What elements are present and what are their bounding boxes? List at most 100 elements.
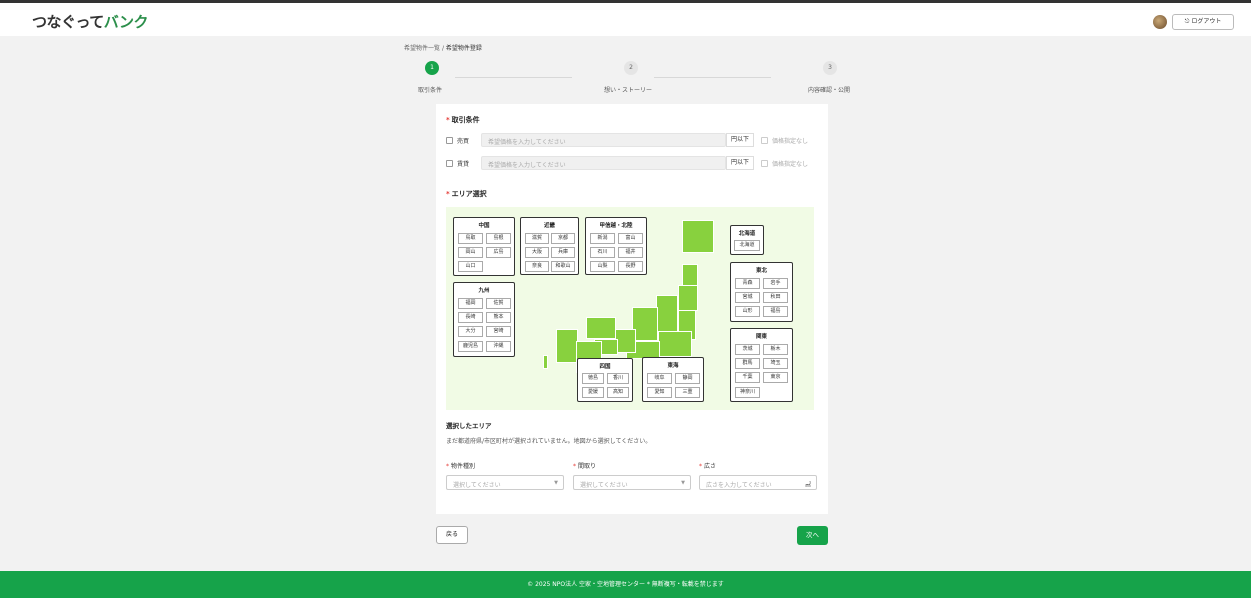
next-button[interactable]: 次へ	[797, 526, 828, 545]
pref-button[interactable]: 群馬	[735, 358, 760, 369]
property-type-select[interactable]: 選択してください ▼	[446, 475, 564, 490]
pref-button[interactable]: 高知	[607, 387, 629, 398]
region-tokai: 東海 岐阜 静岡 愛知 三重	[642, 357, 704, 402]
pref-button[interactable]: 宮崎	[486, 326, 511, 337]
region-kinki: 近畿 滋賀 京都 大阪 兵庫 奈良 和歌山	[520, 217, 579, 275]
sale-price-input[interactable]: 希望価格を入力してください	[481, 133, 726, 147]
size-unit: ㎡	[804, 482, 811, 489]
rent-price-input[interactable]: 希望価格を入力してください	[481, 156, 726, 170]
breadcrumb-parent-link[interactable]: 希望物件一覧	[404, 45, 440, 52]
property-type-label: * 物件種別	[446, 463, 476, 470]
area-title: * エリア選択	[446, 190, 487, 198]
pref-button[interactable]: 埼玉	[763, 358, 788, 369]
pref-button[interactable]: 山口	[458, 261, 483, 272]
pref-button[interactable]: 長野	[618, 261, 643, 272]
pref-button[interactable]: 大分	[458, 326, 483, 337]
pref-button[interactable]: 山形	[735, 306, 760, 317]
pref-button[interactable]: 奈良	[525, 261, 549, 272]
pref-button[interactable]: 茨城	[735, 344, 760, 355]
rent-checkbox[interactable]	[446, 160, 453, 167]
step-1-circle: 1	[425, 61, 439, 75]
size-input[interactable]: 広さを入力してください㎡	[699, 475, 817, 490]
rent-no-price-checkbox[interactable]	[761, 160, 768, 167]
footer: © 2025 NPO法人 空家・空地管理センター * 無断複写・転載を禁じます	[0, 571, 1251, 598]
step-connector	[455, 77, 572, 78]
sale-checkbox[interactable]	[446, 137, 453, 144]
pref-button[interactable]: 熊本	[486, 312, 511, 323]
step-3-label: 内容確認・公開	[808, 87, 851, 94]
region-koshinetsu-hokuriku: 甲信越・北陸 新潟 富山 石川 福井 山梨 長野	[585, 217, 647, 275]
back-button[interactable]: 戻る	[436, 526, 468, 544]
pref-button[interactable]: 秋田	[763, 292, 788, 303]
logout-button[interactable]: ⎋ ログアウト	[1172, 14, 1234, 30]
sale-label: 売買	[457, 138, 470, 145]
pref-button[interactable]: 岐阜	[647, 373, 672, 384]
pref-button[interactable]: 福井	[618, 247, 643, 258]
pref-button[interactable]: 静岡	[675, 373, 700, 384]
avatar[interactable]	[1153, 15, 1167, 29]
pref-button[interactable]: 福岡	[458, 298, 483, 309]
pref-button[interactable]: 石川	[590, 247, 615, 258]
top-bar: つなぐってバンク ⎋ ログアウト	[0, 0, 1251, 36]
pref-button[interactable]: 長崎	[458, 312, 483, 323]
map-chugoku[interactable]	[586, 317, 616, 339]
sale-unit: 円以下	[726, 133, 754, 147]
logo[interactable]: つなぐってバンク	[32, 11, 149, 32]
pref-button[interactable]: 岩手	[763, 278, 788, 289]
pref-button[interactable]: 佐賀	[486, 298, 511, 309]
breadcrumb: 希望物件一覧 / 希望物件登録	[404, 45, 482, 52]
pref-button[interactable]: 島根	[486, 233, 511, 244]
map-tohoku-mid[interactable]	[678, 285, 698, 311]
region-chugoku: 中国 鳥取 島根 岡山 広島 山口	[453, 217, 515, 276]
pref-button[interactable]: 千葉	[735, 372, 760, 383]
pref-button[interactable]: 徳島	[582, 373, 604, 384]
region-hokkaido: 北海道 北海道	[730, 225, 764, 255]
pref-button[interactable]: 神奈川	[735, 387, 760, 398]
pref-button[interactable]: 京都	[551, 233, 575, 244]
region-kyushu: 九州 福岡 佐賀 長崎 熊本 大分 宮崎 鹿児島 沖縄	[453, 282, 515, 357]
sale-no-price-label: 価格指定なし	[772, 138, 809, 145]
step-1-label: 取引条件	[418, 87, 443, 94]
pref-button[interactable]: 青森	[735, 278, 760, 289]
chevron-down-icon: ▼	[554, 480, 558, 486]
sale-no-price-checkbox[interactable]	[761, 137, 768, 144]
map-tohoku-north[interactable]	[682, 264, 698, 286]
pref-button[interactable]: 滋賀	[525, 233, 549, 244]
rent-unit: 円以下	[726, 156, 754, 170]
selected-area-title: 選択したエリア	[446, 422, 492, 430]
pref-button[interactable]: 鳥取	[458, 233, 483, 244]
pref-button[interactable]: 広島	[486, 247, 511, 258]
pref-button[interactable]: 東京	[763, 372, 788, 383]
pref-button[interactable]: 富山	[618, 233, 643, 244]
conditions-title: * 取引条件	[446, 116, 480, 124]
pref-button[interactable]: 香川	[607, 373, 629, 384]
selected-area-message: まだ都道府県/市区町村が選択されていません。地図から選択してください。	[446, 438, 652, 445]
pref-button[interactable]: 沖縄	[486, 341, 511, 352]
pref-button[interactable]: 北海道	[734, 240, 760, 251]
layout-label: * 間取り	[573, 463, 597, 470]
pref-button[interactable]: 岡山	[458, 247, 483, 258]
pref-button[interactable]: 福島	[763, 306, 788, 317]
pref-button[interactable]: 宮城	[735, 292, 760, 303]
pref-button[interactable]: 兵庫	[551, 247, 575, 258]
pref-button[interactable]: 愛媛	[582, 387, 604, 398]
pref-button[interactable]: 愛知	[647, 387, 672, 398]
step-connector	[654, 77, 771, 78]
map-okinawa[interactable]	[543, 355, 548, 369]
pref-button[interactable]: 鹿児島	[458, 341, 483, 352]
map-koshinetsu[interactable]	[656, 295, 678, 333]
pref-button[interactable]: 和歌山	[551, 261, 575, 272]
pref-button[interactable]: 三重	[675, 387, 700, 398]
japan-map: 中国 鳥取 島根 岡山 広島 山口 近畿 滋賀 京都 大阪 兵庫 奈良 和歌山 …	[446, 207, 814, 410]
map-hokkaido[interactable]	[682, 220, 714, 253]
pref-button[interactable]: 栃木	[763, 344, 788, 355]
pref-button[interactable]: 大阪	[525, 247, 549, 258]
layout-select[interactable]: 選択してください ▼	[573, 475, 691, 490]
pref-button[interactable]: 新潟	[590, 233, 615, 244]
region-kanto: 関東 茨城 栃木 群馬 埼玉 千葉 東京 神奈川	[730, 328, 793, 402]
size-label: * 広さ	[699, 463, 717, 470]
rent-label: 賃貸	[457, 161, 470, 168]
map-kanto[interactable]	[658, 331, 692, 357]
map-kyushu-north[interactable]	[556, 329, 578, 363]
pref-button[interactable]: 山梨	[590, 261, 615, 272]
